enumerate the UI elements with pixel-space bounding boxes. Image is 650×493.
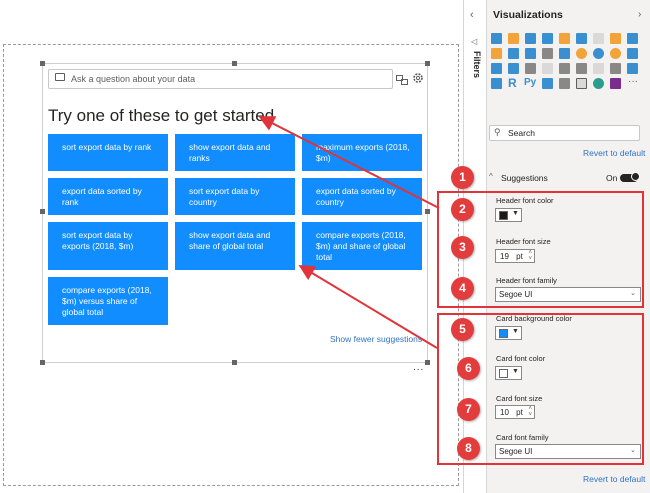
map-icon[interactable] bbox=[491, 63, 502, 74]
suggestion-card[interactable]: maximum exports (2018, $m) bbox=[302, 134, 422, 171]
more-options-icon[interactable]: ... bbox=[413, 362, 424, 373]
suggestions-header: Try one of these to get started bbox=[48, 106, 275, 125]
qa-visual-icon[interactable] bbox=[576, 78, 587, 89]
resize-handle[interactable] bbox=[425, 360, 430, 365]
funnel-icon[interactable] bbox=[559, 48, 570, 59]
line-column-icon[interactable] bbox=[491, 48, 502, 59]
slicer-icon[interactable] bbox=[610, 63, 621, 74]
resize-handle[interactable] bbox=[40, 61, 45, 66]
ribbon-chart-icon[interactable] bbox=[525, 48, 536, 59]
gear-icon[interactable] bbox=[412, 71, 424, 83]
clustered-column-icon[interactable] bbox=[542, 33, 553, 44]
suggestion-card[interactable]: show export data and ranks bbox=[175, 134, 295, 171]
arcgis-map-icon[interactable] bbox=[593, 78, 604, 89]
qa-input[interactable]: Ask a question about your data bbox=[48, 69, 393, 89]
callout-badge: 6 bbox=[457, 357, 480, 380]
format-search-input[interactable]: Search bbox=[489, 125, 640, 141]
multi-row-card-icon[interactable] bbox=[576, 63, 587, 74]
stacked-column-icon[interactable] bbox=[508, 33, 519, 44]
shape-map-icon[interactable] bbox=[525, 63, 536, 74]
suggestion-card[interactable]: sort export data by country bbox=[175, 178, 295, 215]
chevron-up-icon[interactable]: ^ bbox=[489, 172, 493, 181]
stacked-bar-icon[interactable] bbox=[491, 33, 502, 44]
donut-chart-icon[interactable] bbox=[610, 48, 621, 59]
callout-badge: 7 bbox=[457, 398, 480, 421]
pane-title: Visualizations bbox=[493, 9, 563, 21]
suggestion-card[interactable]: export data sorted by country bbox=[302, 178, 422, 215]
search-icon: ⚲ bbox=[494, 127, 501, 137]
suggestion-card[interactable]: compare exports (2018, $m) versus share … bbox=[48, 277, 168, 325]
r-visual-icon[interactable]: R bbox=[508, 76, 517, 90]
callout-badge: 2 bbox=[451, 198, 474, 221]
filled-map-icon[interactable] bbox=[508, 63, 519, 74]
resize-handle[interactable] bbox=[232, 360, 237, 365]
matrix-icon[interactable] bbox=[491, 78, 502, 89]
resize-handle[interactable] bbox=[425, 209, 430, 214]
suggestion-card[interactable]: sort export data by exports (2018, $m) bbox=[48, 222, 168, 270]
gauge-icon[interactable] bbox=[542, 63, 553, 74]
line-clustered-column-icon[interactable] bbox=[508, 48, 519, 59]
table-icon[interactable] bbox=[627, 63, 638, 74]
pie-chart-icon[interactable] bbox=[593, 48, 604, 59]
filters-label[interactable]: Filters bbox=[472, 51, 482, 78]
resize-handle[interactable] bbox=[40, 209, 45, 214]
clustered-bar-icon[interactable] bbox=[525, 33, 536, 44]
more-visuals-icon[interactable]: ··· bbox=[628, 76, 638, 87]
suggestion-card[interactable]: sort export data by rank bbox=[48, 134, 168, 171]
card-icon[interactable] bbox=[559, 63, 570, 74]
decomposition-tree-icon[interactable] bbox=[559, 78, 570, 89]
revert-to-default-link[interactable]: Revert to default bbox=[583, 148, 645, 158]
toggle-knob[interactable] bbox=[631, 172, 640, 181]
chat-icon bbox=[55, 73, 65, 81]
suggestion-card[interactable]: show export data and share of global tot… bbox=[175, 222, 295, 270]
toggle-label: On bbox=[606, 173, 618, 183]
stacked-area-icon[interactable] bbox=[627, 33, 638, 44]
filter-icon: ◁ bbox=[471, 37, 478, 46]
kpi-icon[interactable] bbox=[593, 63, 604, 74]
callout-badge: 8 bbox=[457, 437, 480, 460]
chevron-left-icon[interactable]: ‹ bbox=[470, 9, 474, 21]
suggestions-section-label[interactable]: Suggestions bbox=[501, 173, 548, 183]
callout-badge: 5 bbox=[451, 318, 474, 341]
resize-handle[interactable] bbox=[40, 360, 45, 365]
resize-handle[interactable] bbox=[425, 61, 430, 66]
chevron-right-icon[interactable]: › bbox=[638, 9, 641, 20]
power-apps-icon[interactable] bbox=[610, 78, 621, 89]
treemap-icon[interactable] bbox=[627, 48, 638, 59]
callout-badge: 1 bbox=[451, 166, 474, 189]
100-stacked-bar-icon[interactable] bbox=[559, 33, 570, 44]
waterfall-icon[interactable] bbox=[542, 48, 553, 59]
area-chart-icon[interactable] bbox=[610, 33, 621, 44]
suggestion-card[interactable]: compare exports (2018, $m) and share of … bbox=[302, 222, 422, 270]
show-fewer-link[interactable]: Show fewer suggestions bbox=[330, 334, 422, 344]
callout-badge: 3 bbox=[451, 236, 474, 259]
suggestion-card[interactable]: export data sorted by rank bbox=[48, 178, 168, 215]
callout-badge: 4 bbox=[451, 277, 474, 300]
python-visual-icon[interactable]: Py bbox=[524, 77, 536, 88]
resize-handle[interactable] bbox=[232, 61, 237, 66]
convert-visual-icon[interactable] bbox=[396, 72, 408, 85]
scatter-icon[interactable] bbox=[576, 48, 587, 59]
100-stacked-column-icon[interactable] bbox=[576, 33, 587, 44]
line-chart-icon[interactable] bbox=[593, 33, 604, 44]
key-influencers-icon[interactable] bbox=[542, 78, 553, 89]
revert-to-default-link[interactable]: Revert to default bbox=[583, 474, 645, 484]
